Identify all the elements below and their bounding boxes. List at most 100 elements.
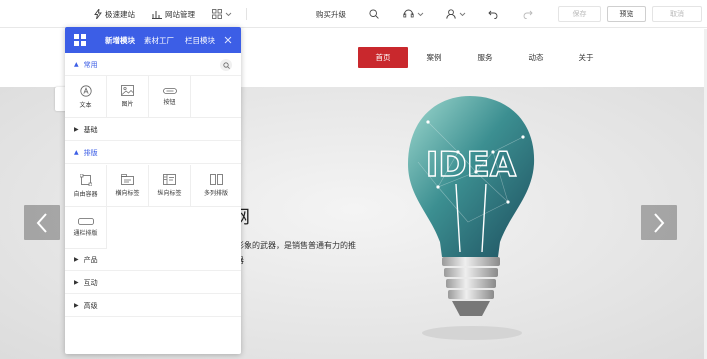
module-label: 图片 bbox=[121, 101, 134, 108]
tab-label: 栏目模块 bbox=[185, 35, 215, 45]
site-manage-label: 网站管理 bbox=[165, 9, 195, 19]
caret-right-icon: ▶ bbox=[74, 279, 79, 286]
module-multi-column[interactable]: 多列排版 bbox=[191, 165, 241, 207]
module-free-container[interactable]: 自由容器 bbox=[65, 165, 107, 207]
module-label: 自由容器 bbox=[73, 190, 98, 198]
module-grid-icon bbox=[74, 34, 86, 48]
tab-label: 素材工厂 bbox=[144, 35, 174, 45]
module-full-width[interactable]: 通栏排版 bbox=[65, 207, 107, 249]
site-nav-item-home[interactable]: 首页 bbox=[358, 47, 408, 68]
section-advanced[interactable]: ▶ 高级 bbox=[65, 295, 241, 317]
site-nav-item-news[interactable]: 动态 bbox=[521, 47, 551, 68]
close-icon[interactable] bbox=[224, 36, 232, 46]
top-toolbar: 极速建站 网站管理 购买升级 保存 预览 取消 bbox=[0, 0, 707, 28]
site-nav-item-about[interactable]: 关于 bbox=[571, 47, 601, 68]
module-label: 多列排版 bbox=[203, 190, 228, 197]
button-icon bbox=[162, 87, 177, 94]
service-button[interactable] bbox=[403, 0, 424, 28]
toolbar-divider bbox=[246, 8, 247, 20]
search-button[interactable] bbox=[369, 0, 379, 28]
section-interaction[interactable]: ▶ 互动 bbox=[65, 272, 241, 294]
chevron-left-icon bbox=[36, 212, 47, 233]
chevron-down-icon bbox=[417, 12, 424, 17]
panel-header: 新增模块 素材工厂 栏目模块 bbox=[65, 27, 241, 53]
caret-right-icon: ▶ bbox=[74, 302, 79, 309]
full-width-icon bbox=[77, 218, 94, 225]
tab-material-factory[interactable]: 素材工厂 bbox=[144, 27, 174, 53]
module-label: 按钮 bbox=[163, 98, 176, 106]
section-label: 互动 bbox=[83, 278, 98, 287]
cancel-label: 取消 bbox=[670, 10, 684, 18]
common-module-grid: 文本 图片 按钮 bbox=[65, 76, 241, 118]
caret-down-icon: ▲ bbox=[74, 61, 79, 68]
bar-chart-icon bbox=[152, 10, 162, 19]
module-label: 横向标签 bbox=[115, 190, 140, 197]
undo-button[interactable] bbox=[488, 0, 498, 28]
tab-column-module[interactable]: 栏目模块 bbox=[185, 27, 215, 53]
bulb-text: IDEA bbox=[426, 145, 517, 185]
module-button[interactable]: 按钮 bbox=[149, 76, 191, 118]
buy-upgrade-button[interactable]: 购买升级 bbox=[316, 0, 346, 28]
banner-prev-button[interactable] bbox=[24, 205, 60, 240]
site-nav-item-services[interactable]: 服务 bbox=[470, 47, 500, 68]
site-nav-item-cases[interactable]: 案例 bbox=[419, 47, 449, 68]
preview-label: 预览 bbox=[619, 10, 634, 18]
module-label: 通栏排版 bbox=[73, 230, 98, 237]
nav-label: 动态 bbox=[528, 53, 544, 62]
caret-right-icon: ▶ bbox=[74, 126, 79, 133]
free-container-icon bbox=[79, 173, 92, 186]
module-horizontal-tabs[interactable]: 横向标签 bbox=[107, 165, 149, 207]
tab-add-module[interactable]: 新增模块 bbox=[105, 27, 135, 53]
module-image[interactable]: 图片 bbox=[107, 76, 149, 118]
headset-icon bbox=[403, 9, 414, 19]
chevron-down-icon bbox=[225, 12, 232, 17]
section-basic[interactable]: ▶ 基础 bbox=[65, 119, 241, 141]
multi-column-icon bbox=[209, 174, 223, 185]
banner-next-button[interactable] bbox=[641, 205, 677, 240]
empty-cell bbox=[191, 76, 241, 118]
banner-text-line1: 形象的武器，是销售普通有力的推 bbox=[236, 241, 356, 250]
user-icon bbox=[446, 9, 456, 19]
quick-build-button[interactable]: 极速建站 bbox=[94, 0, 135, 28]
nav-label: 服务 bbox=[477, 53, 493, 62]
save-button[interactable]: 保存 bbox=[558, 6, 601, 22]
grid-icon bbox=[212, 9, 222, 19]
chevron-right-icon bbox=[654, 212, 665, 233]
layout-module-grid: 自由容器 横向标签 纵向标签 多列排版 通栏排版 bbox=[65, 165, 241, 249]
lightning-icon bbox=[94, 9, 102, 19]
section-label: 产品 bbox=[83, 255, 98, 264]
section-label: 排版 bbox=[83, 148, 98, 157]
account-button[interactable] bbox=[446, 0, 466, 28]
image-icon bbox=[121, 85, 134, 96]
nav-label: 首页 bbox=[375, 53, 391, 62]
section-label: 常用 bbox=[83, 60, 98, 69]
save-label: 保存 bbox=[572, 10, 587, 18]
redo-button[interactable] bbox=[523, 0, 533, 28]
module-panel: 新增模块 素材工厂 栏目模块 ▲ 常用 文本 图片 按钮 ▶ 基础 ▲ 排版 自… bbox=[65, 27, 241, 354]
quick-build-label: 极速建站 bbox=[105, 9, 135, 19]
search-icon[interactable] bbox=[220, 59, 232, 71]
module-vertical-tabs[interactable]: 纵向标签 bbox=[149, 165, 191, 207]
section-label: 高级 bbox=[83, 301, 98, 310]
text-icon bbox=[79, 84, 92, 97]
chevron-down-icon bbox=[459, 12, 466, 17]
buy-upgrade-label: 购买升级 bbox=[316, 9, 346, 19]
section-layout[interactable]: ▲ 排版 bbox=[65, 142, 241, 164]
apps-menu-button[interactable] bbox=[212, 0, 232, 28]
cancel-button[interactable]: 取消 bbox=[652, 6, 702, 22]
module-label: 文本 bbox=[79, 101, 92, 109]
vertical-tabs-icon bbox=[163, 174, 176, 185]
site-manage-button[interactable]: 网站管理 bbox=[152, 0, 195, 28]
caret-down-icon: ▲ bbox=[74, 149, 79, 156]
search-icon bbox=[369, 9, 379, 19]
section-common[interactable]: ▲ 常用 bbox=[65, 54, 241, 76]
redo-icon bbox=[523, 10, 533, 19]
section-product[interactable]: ▶ 产品 bbox=[65, 249, 241, 271]
module-text[interactable]: 文本 bbox=[65, 76, 107, 118]
module-label: 纵向标签 bbox=[157, 190, 182, 197]
caret-right-icon: ▶ bbox=[74, 256, 79, 263]
idea-bulb-illustration: IDEA bbox=[408, 96, 535, 340]
tab-label: 新增模块 bbox=[105, 35, 135, 45]
preview-button[interactable]: 预览 bbox=[607, 6, 646, 22]
nav-label: 案例 bbox=[426, 53, 442, 62]
